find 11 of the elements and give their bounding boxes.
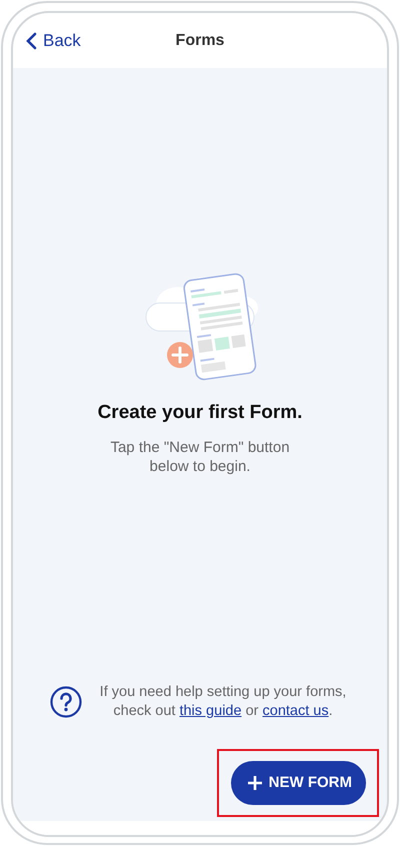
- screen-title: Forms: [176, 32, 224, 48]
- plus-icon: [246, 775, 263, 791]
- chevron-left-icon: [25, 32, 37, 50]
- help-icon: [50, 686, 82, 718]
- guide-link[interactable]: this guide: [179, 703, 242, 720]
- back-button[interactable]: Back: [25, 28, 81, 54]
- empty-state-message: Tap the "New Form" button below to begin.: [109, 438, 291, 476]
- contact-link[interactable]: contact us: [262, 703, 329, 720]
- help-text: If you need help setting up your forms, check out this guide or contact us.: [98, 683, 348, 721]
- new-form-button[interactable]: NEW FORM: [230, 761, 366, 805]
- empty-state-title: Create your first Form.: [98, 401, 302, 425]
